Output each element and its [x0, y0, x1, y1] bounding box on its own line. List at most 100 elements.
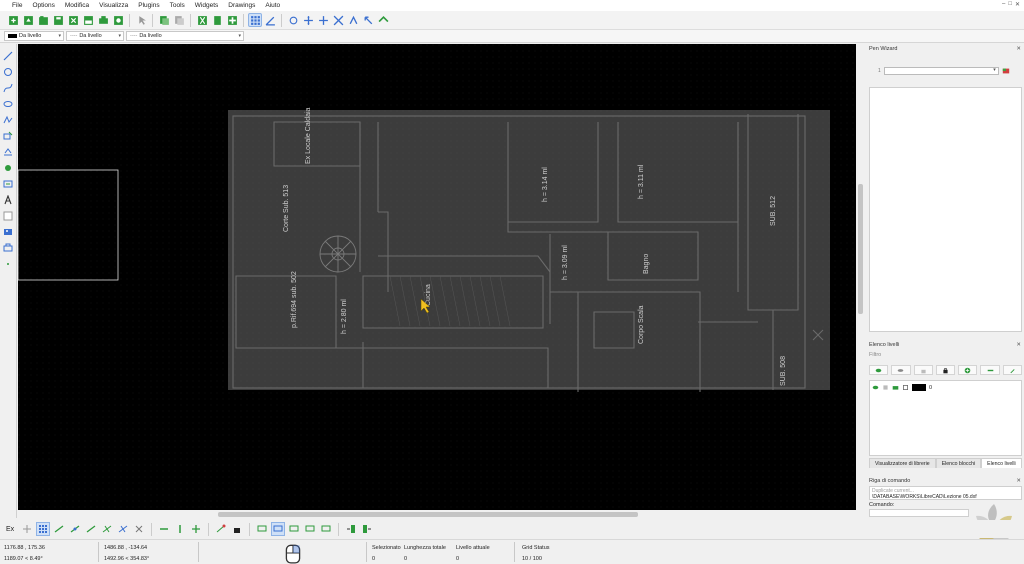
layer-construction-icon[interactable] — [902, 384, 909, 391]
cut-button[interactable] — [195, 13, 209, 27]
block-tool[interactable] — [2, 242, 14, 254]
more-tools[interactable] — [2, 258, 14, 270]
tab-layer-list[interactable]: Elenco livelli — [981, 458, 1022, 468]
snap-intersection-button[interactable] — [132, 522, 146, 536]
new-file-button[interactable] — [6, 13, 20, 27]
select-pointer-button[interactable] — [134, 13, 148, 27]
menu-widgets[interactable]: Widgets — [195, 0, 218, 11]
image-tool[interactable] — [2, 226, 14, 238]
unlock-all-layers-button[interactable] — [913, 365, 933, 375]
snap-exclusive-label[interactable]: Ex — [6, 526, 14, 533]
line-tool[interactable] — [2, 50, 14, 62]
lock-relative-zero-button[interactable] — [230, 522, 244, 536]
clipboard-button[interactable] — [210, 13, 224, 27]
tab-library-browser[interactable]: Visualizzatore di librerie — [869, 458, 936, 468]
pen-wizard-list[interactable] — [869, 87, 1022, 332]
view-mode-5-button[interactable] — [319, 522, 333, 536]
layer-print-icon[interactable] — [892, 384, 899, 391]
tab-block-list[interactable]: Elenco blocchi — [935, 458, 982, 468]
menu-aiuto[interactable]: Aiuto — [265, 0, 280, 11]
menu-options[interactable]: Options — [32, 0, 54, 11]
menu-drawings[interactable]: Drawings — [228, 0, 255, 11]
menu-tools[interactable]: Tools — [170, 0, 185, 11]
snap-endpoint-button[interactable] — [52, 522, 66, 536]
restrict-ortho-button[interactable] — [189, 522, 203, 536]
snap-middle-button[interactable] — [100, 522, 114, 536]
vertical-scroll-thumb[interactable] — [858, 184, 863, 314]
zoom-window-button[interactable] — [361, 13, 375, 27]
lock-all-layers-button[interactable] — [935, 365, 956, 375]
view-mode-3-button[interactable] — [287, 522, 301, 536]
circle-tool[interactable] — [2, 66, 14, 78]
hatch-tool[interactable] — [2, 210, 14, 222]
pen-width-select[interactable]: ---- Da livello ▾ — [66, 31, 124, 41]
minimize-button[interactable]: – — [1002, 1, 1005, 8]
restrict-vertical-button[interactable] — [173, 522, 187, 536]
zoom-in-button[interactable] — [301, 13, 315, 27]
zoom-pan-button[interactable] — [376, 13, 390, 27]
pen-color-select[interactable]: Da livello ▾ — [4, 31, 64, 41]
vertical-scrollbar[interactable] — [857, 44, 864, 510]
horizontal-scrollbar[interactable] — [18, 511, 857, 518]
info-tool[interactable] — [2, 178, 14, 190]
pen-palette-select[interactable]: ▾ — [883, 67, 999, 75]
copy-button[interactable] — [157, 13, 171, 27]
layer-name[interactable]: 0 — [929, 385, 932, 391]
drawing-canvas[interactable]: Ex Locale Caldaia Corte Sub. 513 h = 3.1… — [18, 44, 856, 510]
snap-center-button[interactable] — [84, 522, 98, 536]
snap-grid-button[interactable] — [36, 522, 51, 536]
polyline-tool[interactable] — [2, 114, 14, 126]
horizontal-scroll-thumb[interactable] — [218, 512, 638, 517]
zoom-redraw-button[interactable] — [286, 13, 300, 27]
text-tool[interactable] — [2, 194, 14, 206]
modify-tool[interactable] — [2, 162, 14, 174]
ellipse-tool[interactable] — [2, 98, 14, 110]
layer-color-swatch[interactable] — [912, 384, 926, 391]
ortho-button[interactable] — [263, 13, 277, 27]
zoom-out-button[interactable] — [316, 13, 330, 27]
menu-file[interactable]: File — [12, 0, 22, 11]
layer-visible-icon[interactable] — [872, 384, 879, 391]
edit-layer-button[interactable] — [1002, 365, 1022, 375]
dimension-tool[interactable] — [2, 146, 14, 158]
palette-icon[interactable] — [1002, 67, 1010, 75]
hide-all-layers-button[interactable] — [891, 365, 911, 375]
print-button[interactable] — [96, 13, 110, 27]
menu-visualizza[interactable]: Visualizza — [99, 0, 128, 11]
new-template-button[interactable] — [21, 13, 35, 27]
show-all-layers-button[interactable] — [869, 365, 889, 375]
save-all-button[interactable] — [81, 13, 95, 27]
layer-filter-input[interactable]: Filtro — [869, 352, 881, 358]
restrict-horizontal-button[interactable] — [157, 522, 171, 536]
zoom-previous-button[interactable] — [346, 13, 360, 27]
zoom-auto-button[interactable] — [331, 13, 345, 27]
maximize-button[interactable]: □ — [1008, 1, 1012, 8]
menu-modifica[interactable]: Modifica — [65, 0, 89, 11]
print-preview-button[interactable] — [111, 13, 125, 27]
view-mode-1-button[interactable] — [255, 522, 269, 536]
remove-layer-button[interactable] — [980, 365, 1000, 375]
insert-left-button[interactable] — [344, 522, 358, 536]
close-icon[interactable]: ✕ — [1016, 476, 1021, 486]
open-file-button[interactable] — [36, 13, 50, 27]
block-button[interactable] — [225, 13, 239, 27]
pen-linetype-select[interactable]: ---- Da livello ▾ — [126, 31, 244, 41]
close-icon[interactable]: ✕ — [1016, 44, 1021, 54]
curve-tool[interactable] — [2, 82, 14, 94]
close-window-button[interactable]: ✕ — [1015, 1, 1020, 8]
menu-plugins[interactable]: Plugins — [138, 0, 159, 11]
snap-on-entity-button[interactable] — [68, 522, 82, 536]
insert-right-button[interactable] — [360, 522, 374, 536]
view-mode-4-button[interactable] — [303, 522, 317, 536]
command-input[interactable] — [869, 509, 969, 517]
select-tool[interactable] — [2, 130, 14, 142]
layer-row[interactable]: 0 — [872, 383, 932, 392]
snap-distance-button[interactable] — [116, 522, 130, 536]
close-icon[interactable]: ✕ — [1016, 340, 1021, 350]
save-as-button[interactable] — [66, 13, 80, 27]
layer-freeze-icon[interactable] — [882, 384, 889, 391]
paste-button[interactable] — [172, 13, 186, 27]
snap-free-button[interactable] — [20, 522, 34, 536]
save-button[interactable] — [51, 13, 65, 27]
relative-zero-button[interactable] — [214, 522, 228, 536]
